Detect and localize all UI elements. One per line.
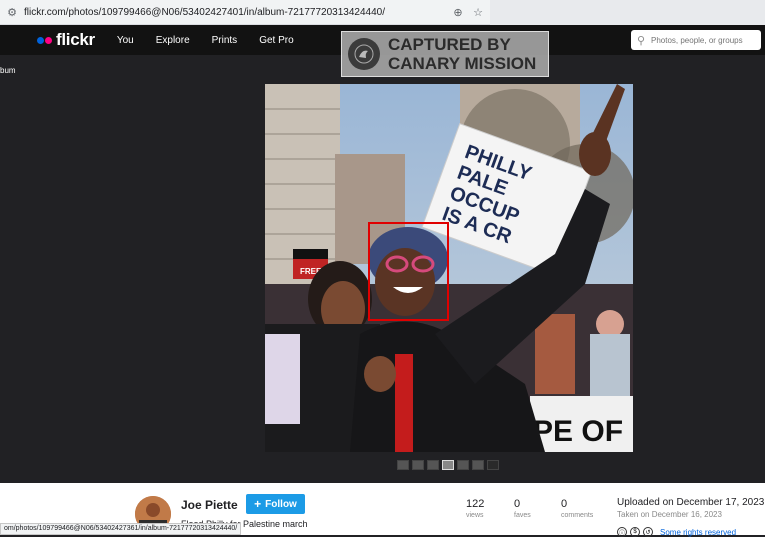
site-settings-icon[interactable]: ⚙ <box>4 6 20 19</box>
browser-url-bar: ⚙ flickr.com/photos/109799466@N06/534024… <box>0 0 765 25</box>
faves-label: faves <box>514 512 531 519</box>
author-name[interactable]: Joe Piette <box>181 498 238 512</box>
search-icon: ⚲ <box>636 34 646 47</box>
search-input[interactable] <box>651 35 756 45</box>
filmstrip-thumb[interactable] <box>487 460 499 470</box>
nav-link-you[interactable]: You <box>117 35 134 46</box>
watermark-line-1: CAPTURED BY <box>388 35 511 54</box>
album-breadcrumb[interactable]: bum <box>0 66 16 75</box>
cc-noncommercial-icon: $ <box>630 527 640 537</box>
taken-date: Taken on December 16, 2023 <box>617 510 722 519</box>
main-photo[interactable]: FREE PHILLY PALE OCCUP IS A CR PE OF P <box>265 84 633 452</box>
filmstrip-thumb[interactable] <box>472 460 484 470</box>
follow-button[interactable]: + Follow <box>246 494 305 514</box>
filmstrip-thumb[interactable] <box>457 460 469 470</box>
search-box[interactable]: ⚲ <box>631 30 761 50</box>
filmstrip-thumb-current[interactable] <box>442 460 454 470</box>
comments-stat: 0 comments <box>561 498 593 519</box>
comments-count: 0 <box>561 498 568 510</box>
canary-mission-watermark: CAPTURED BY CANARY MISSION <box>341 31 549 77</box>
plus-icon: + <box>254 497 262 511</box>
browser-status-bar: om/photos/109799466@N06/53402427361/in/a… <box>0 523 242 535</box>
faves-stat: 0 faves <box>514 498 531 519</box>
rights-link[interactable]: Some rights reserved <box>660 528 736 537</box>
comments-label: comments <box>561 512 594 519</box>
views-stat: 122 views <box>466 498 484 519</box>
faves-count: 0 <box>514 498 521 510</box>
filmstrip-thumb[interactable] <box>412 460 424 470</box>
views-count: 122 <box>466 498 485 510</box>
uploaded-date: Uploaded on December 17, 2023 <box>617 497 765 508</box>
url-text[interactable]: flickr.com/photos/109799466@N06/53402427… <box>24 7 450 18</box>
views-label: views <box>466 512 484 519</box>
follow-label: Follow <box>265 498 297 510</box>
photo-filmstrip <box>397 460 502 470</box>
logo-blue-dot <box>37 36 44 44</box>
logo-text: flickr <box>56 30 95 49</box>
filmstrip-thumb[interactable] <box>427 460 439 470</box>
nav-links: You Explore Prints Get Pro <box>117 35 316 46</box>
bookmark-star-icon[interactable]: ☆ <box>470 6 486 19</box>
cc-attribution-icon: ⓘ <box>617 527 627 537</box>
browser-toolbar-area <box>490 0 765 25</box>
license-info[interactable]: ⓘ $ ↺ Some rights reserved <box>617 527 736 537</box>
cc-sharealike-icon: ↺ <box>643 527 653 537</box>
flickr-logo[interactable]: flickr <box>37 25 95 55</box>
zoom-icon[interactable]: ⊕ <box>450 6 466 19</box>
canary-bird-icon <box>348 38 380 70</box>
watermark-text: CAPTURED BY CANARY MISSION <box>388 35 536 73</box>
nav-link-explore[interactable]: Explore <box>156 35 190 46</box>
logo-pink-dot <box>45 36 52 44</box>
protest-photo-illustration: FREE PHILLY PALE OCCUP IS A CR PE OF P <box>265 84 633 452</box>
banner-text: PE OF P <box>533 415 633 448</box>
nav-link-get-pro[interactable]: Get Pro <box>259 35 293 46</box>
filmstrip-thumb[interactable] <box>397 460 409 470</box>
nav-link-prints[interactable]: Prints <box>212 35 238 46</box>
watermark-line-2: CANARY MISSION <box>388 54 537 73</box>
